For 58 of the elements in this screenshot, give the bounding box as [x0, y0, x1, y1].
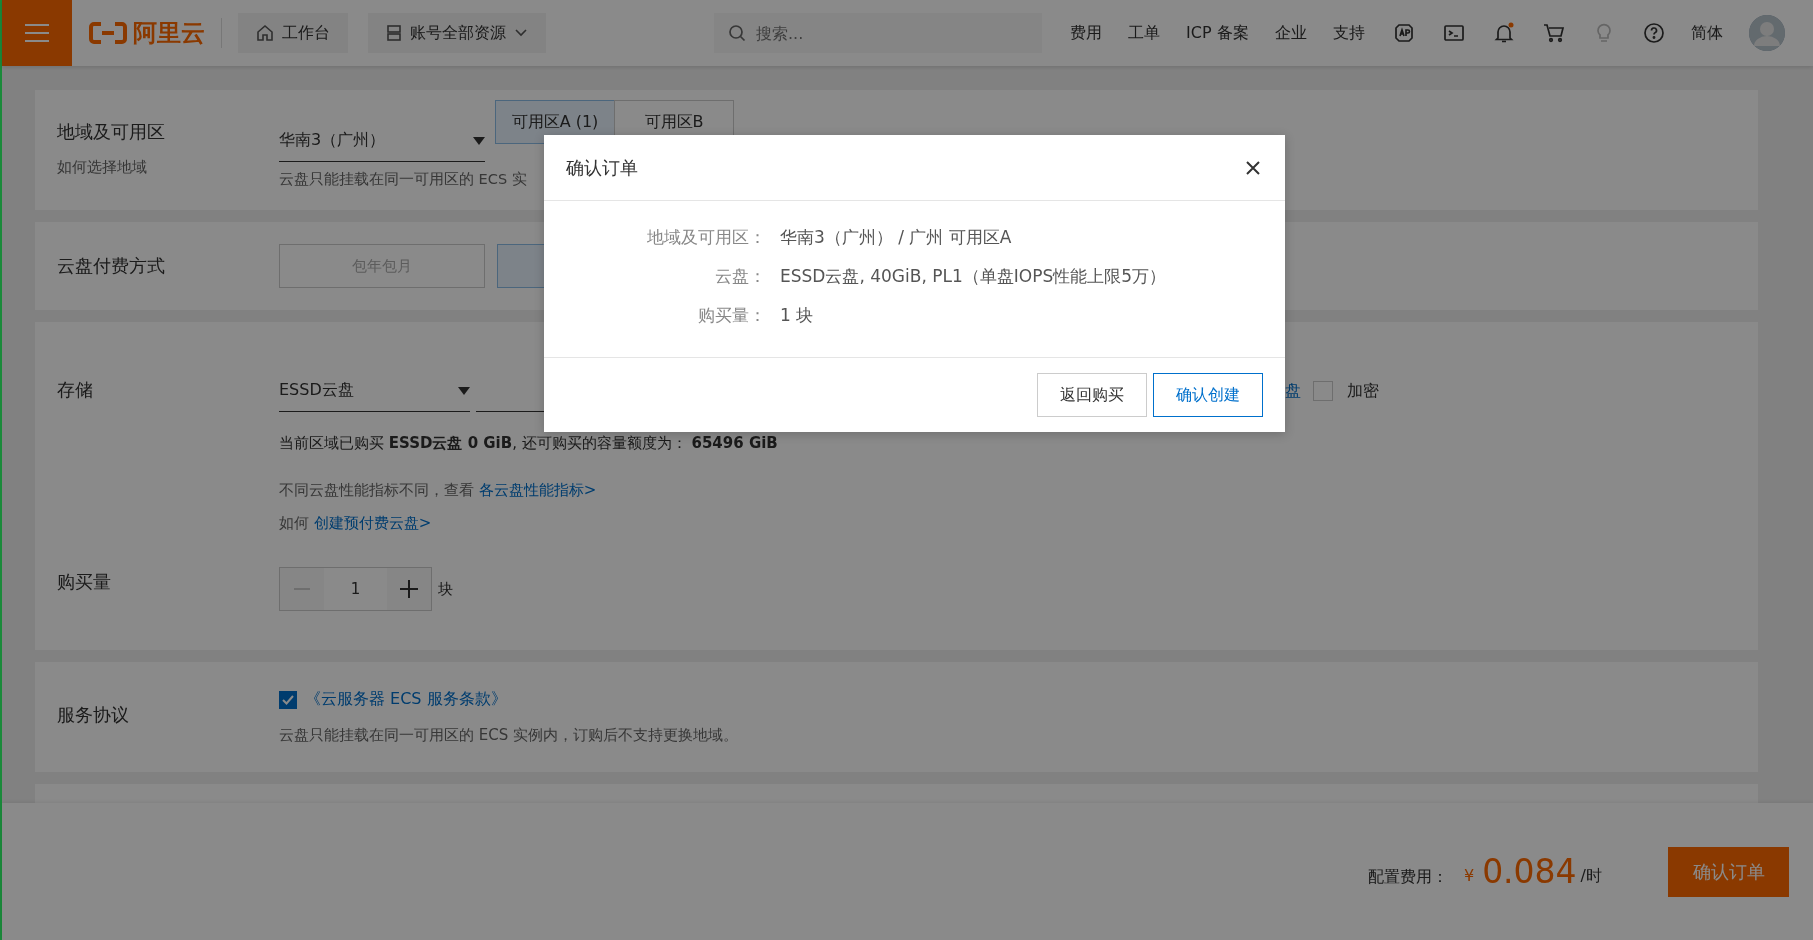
- link[interactable]: 各云盘性能指标>: [478, 481, 597, 499]
- workbench-button[interactable]: 工作台: [238, 13, 348, 53]
- nav-link[interactable]: 费用: [1070, 22, 1102, 44]
- field-label: 云盘付费方式: [57, 254, 166, 278]
- home-icon: [256, 24, 274, 42]
- resource-dropdown[interactable]: 账号全部资源: [368, 13, 546, 53]
- checkbox-label: 加密: [1347, 380, 1379, 402]
- search-icon: [728, 24, 746, 42]
- help-icon[interactable]: [1642, 22, 1665, 44]
- info-text: 不同云盘性能指标不同，查看 各云盘性能指标>: [279, 481, 598, 500]
- nav-link[interactable]: 支持: [1332, 22, 1365, 44]
- disk-type-select[interactable]: ESSD云盘: [279, 370, 470, 412]
- api-icon[interactable]: [1392, 22, 1415, 44]
- quota-text: 当前区域已购买 ESSD云盘 0 GiB, 还可购买的容量额度为： 65496 GiB: [279, 434, 779, 453]
- summary-value: ESSD云盘, 40GiB, PL1（单盘IOPS性能上限5万）: [780, 265, 1167, 288]
- plus-icon[interactable]: [387, 568, 431, 610]
- menu-icon: [23, 22, 51, 44]
- currency-symbol: ¥: [1463, 866, 1475, 885]
- price-value: 0.084: [1482, 852, 1577, 891]
- chevron-down-icon: [514, 28, 528, 38]
- hint-text: 云盘只能挂载在同一可用区的 ECS 实: [279, 170, 528, 189]
- summary-label: 购买量：: [697, 304, 767, 327]
- region-select[interactable]: 华南3（广州）: [279, 120, 485, 162]
- field-label: 服务协议: [57, 703, 130, 727]
- language-menu[interactable]: 简体: [1690, 22, 1723, 44]
- summary-label: 云盘：: [714, 265, 767, 288]
- terms-link[interactable]: 《云服务器 ECS 服务条款》: [305, 689, 507, 710]
- nav-link[interactable]: 工单: [1128, 22, 1160, 44]
- server-icon: [386, 24, 402, 42]
- search-field[interactable]: 搜索...: [714, 13, 1042, 53]
- logo-text: 阿里云: [133, 18, 205, 49]
- confirm-button[interactable]: 确认创建: [1153, 373, 1263, 417]
- logo-icon: [89, 21, 127, 45]
- terminal-icon[interactable]: [1442, 22, 1465, 44]
- caret-icon: [473, 136, 485, 145]
- quantity-stepper[interactable]: 1: [279, 567, 432, 611]
- summary-value: 1 块: [780, 304, 815, 327]
- summary-label: 地域及可用区：: [646, 226, 767, 249]
- field-label: 地域及可用区: [57, 120, 166, 144]
- help-link[interactable]: 如何选择地域: [57, 158, 279, 177]
- price-unit: /时: [1580, 866, 1602, 887]
- bell-icon[interactable]: [1492, 22, 1515, 44]
- unit-text: 块: [438, 579, 453, 599]
- hint-text: 云盘只能挂载在同一可用区的 ECS 实例内，订购后不支持更换地域。: [279, 726, 739, 745]
- nav-link[interactable]: 企业: [1274, 22, 1307, 44]
- option-text: 盘: [1285, 380, 1301, 402]
- nav-link[interactable]: ICP 备案: [1186, 22, 1249, 44]
- back-button[interactable]: 返回购买: [1037, 373, 1147, 417]
- caret-icon: [458, 386, 470, 395]
- summary-value: 华南3（广州） / 广州 可用区A: [780, 226, 1013, 249]
- field-label: 存储: [57, 378, 94, 402]
- field-label: 购买量: [57, 570, 112, 594]
- dialog-title: 确认订单: [566, 155, 638, 180]
- checkbox[interactable]: [279, 690, 297, 709]
- link[interactable]: 创建预付费云盘>: [313, 514, 432, 532]
- price-label: 配置费用：: [1367, 867, 1448, 888]
- info-text: 如何 创建预付费云盘>: [279, 514, 433, 533]
- cart-icon[interactable]: [1542, 22, 1565, 44]
